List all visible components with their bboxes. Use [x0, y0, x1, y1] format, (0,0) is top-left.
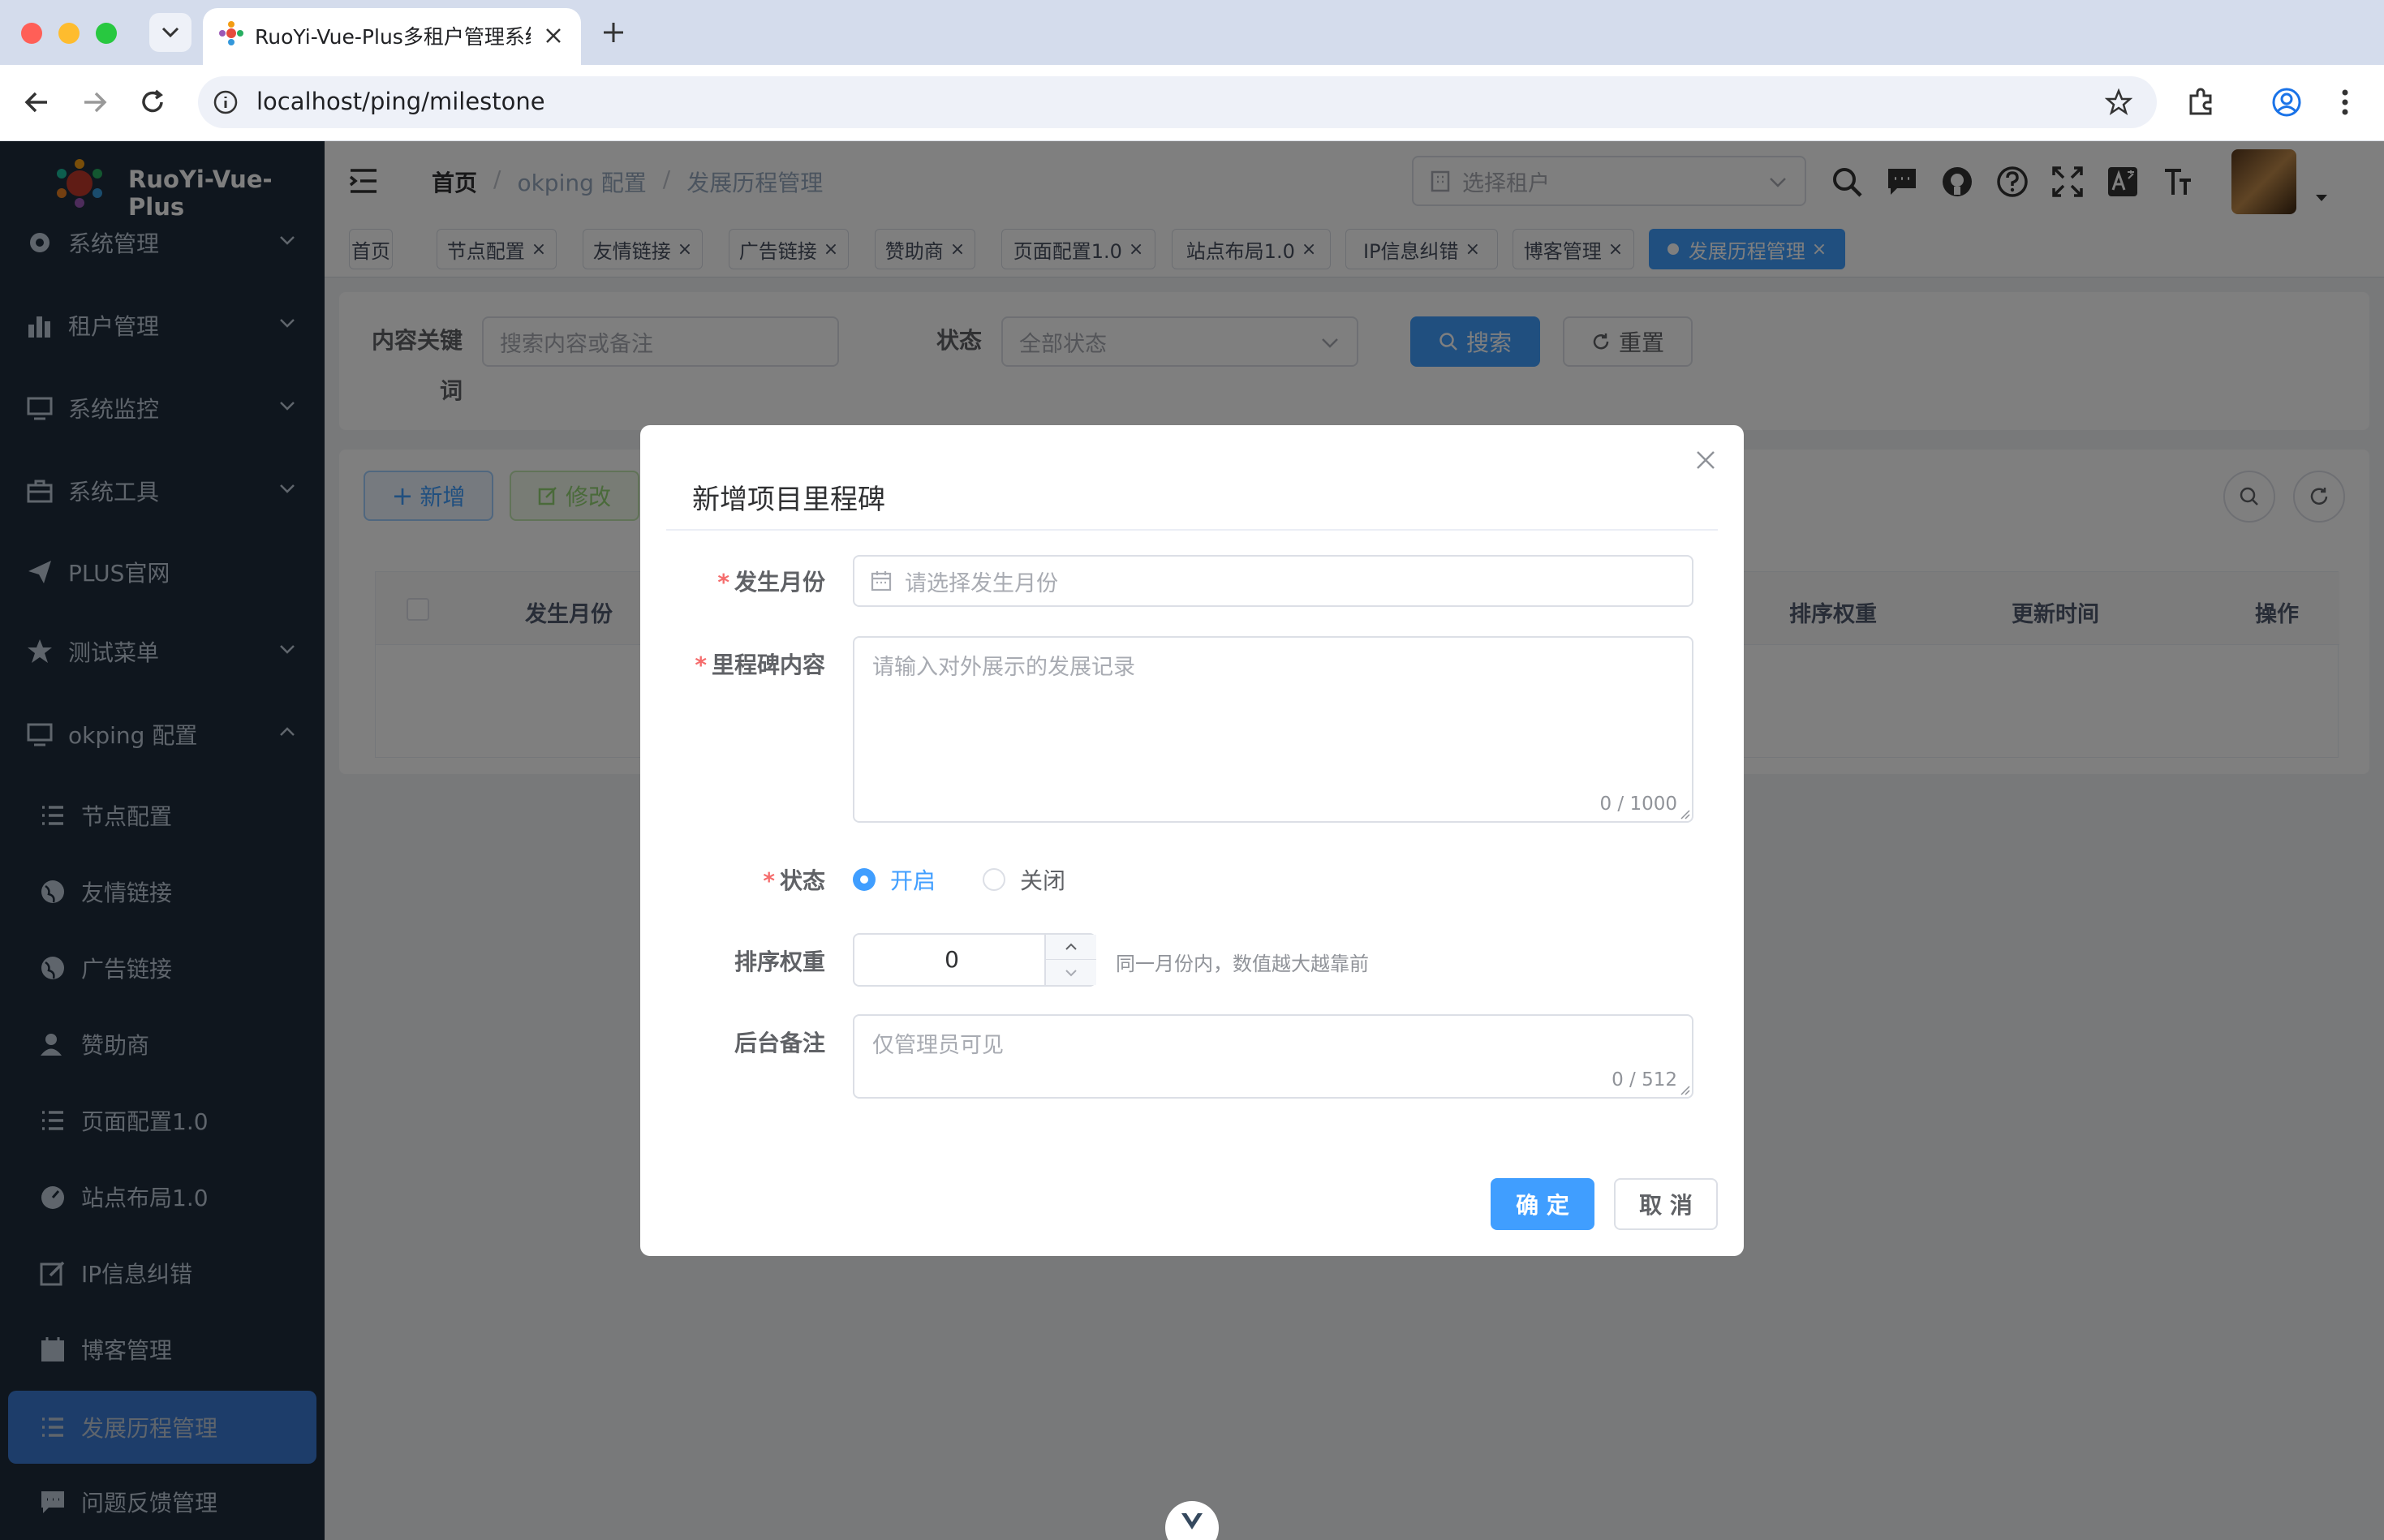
resize-handle-icon[interactable] — [1679, 808, 1690, 819]
month-placeholder: 请选择发生月份 — [905, 570, 1058, 596]
back-icon[interactable] — [21, 86, 54, 118]
cancel-button[interactable]: 取 消 — [1614, 1178, 1718, 1230]
extensions-icon[interactable] — [2184, 86, 2217, 118]
forward-icon[interactable] — [78, 86, 110, 118]
bookmark-star-icon[interactable] — [2105, 88, 2132, 116]
remark-label: 后台备注 — [734, 1030, 825, 1056]
modal-mask-sidebar — [0, 141, 325, 1540]
content-counter: 0 / 1000 — [1599, 794, 1677, 815]
confirm-button-label: 确 定 — [1516, 1192, 1569, 1219]
resize-handle-icon[interactable] — [1679, 1084, 1690, 1095]
maximize-window-button[interactable] — [96, 23, 117, 44]
radio-checked[interactable] — [853, 868, 876, 891]
radio-label-disabled: 关闭 — [1020, 867, 1066, 894]
dialog-title: 新增项目里程碑 — [692, 484, 885, 516]
url-text: localhost/ping/milestone — [256, 88, 545, 115]
sort-hint: 同一月份内，数值越大越靠前 — [1116, 953, 1369, 975]
browser-tab-strip: RuoYi-Vue-Plus多租户管理系统 — [0, 0, 2384, 65]
reload-icon[interactable] — [136, 86, 169, 118]
menu-kebab-icon[interactable] — [2337, 86, 2353, 118]
month-label: * 发生月份 — [717, 569, 825, 596]
tab-search-button[interactable] — [149, 13, 191, 52]
close-icon[interactable] — [1695, 450, 1716, 471]
close-tab-icon[interactable] — [544, 26, 563, 45]
status-radio-enabled[interactable]: 开启 — [853, 863, 936, 896]
chevron-up-icon — [1065, 943, 1077, 950]
dialog-divider — [666, 529, 1718, 531]
radio-label-enabled: 开启 — [890, 867, 936, 894]
increase-button[interactable] — [1044, 935, 1096, 960]
content-textarea[interactable]: 请输入对外展示的发展记录 0 / 1000 — [853, 636, 1693, 823]
site-info-icon[interactable] — [213, 89, 239, 115]
close-window-button[interactable] — [21, 23, 42, 44]
remark-placeholder: 仅管理员可见 — [872, 1033, 1004, 1058]
remark-textarea[interactable]: 仅管理员可见 0 / 512 — [853, 1014, 1693, 1099]
address-bar: localhost/ping/milestone — [0, 65, 2384, 141]
decrease-button[interactable] — [1044, 960, 1096, 985]
sort-weight-input[interactable]: 0 — [853, 933, 1096, 987]
status-radio-disabled[interactable]: 关闭 — [983, 863, 1065, 896]
month-picker[interactable]: 请选择发生月份 — [853, 555, 1693, 607]
calendar-icon — [871, 571, 892, 591]
sort-value: 0 — [945, 946, 959, 973]
cancel-button-label: 取 消 — [1639, 1192, 1693, 1219]
status-label: * 状态 — [763, 867, 825, 894]
browser-tab[interactable]: RuoYi-Vue-Plus多租户管理系统 — [203, 8, 581, 65]
content-placeholder: 请输入对外展示的发展记录 — [872, 655, 1135, 680]
content-label: * 里程碑内容 — [695, 652, 825, 678]
chevron-down-icon — [161, 27, 179, 38]
minimize-window-button[interactable] — [58, 23, 80, 44]
chevron-down-icon — [1065, 969, 1077, 976]
profile-icon[interactable] — [2270, 86, 2303, 118]
new-tab-icon[interactable] — [602, 21, 625, 44]
browser-chrome: RuoYi-Vue-Plus多租户管理系统 localhost/ping/mil… — [0, 0, 2384, 141]
sort-label: 排序权重 — [734, 949, 825, 975]
confirm-button[interactable]: 确 定 — [1491, 1178, 1594, 1230]
url-field[interactable]: localhost/ping/milestone — [198, 76, 2157, 128]
remark-counter: 0 / 512 — [1612, 1069, 1677, 1090]
favicon-icon — [219, 21, 243, 45]
radio-unchecked[interactable] — [983, 868, 1005, 891]
add-milestone-dialog: 新增项目里程碑 * 发生月份 请选择发生月份 * 里程碑内容 请输入对外展示的发展记… — [640, 425, 1744, 1256]
browser-tab-title: RuoYi-Vue-Plus多租户管理系统 — [255, 25, 531, 49]
vue-logo-icon — [1181, 1513, 1203, 1529]
